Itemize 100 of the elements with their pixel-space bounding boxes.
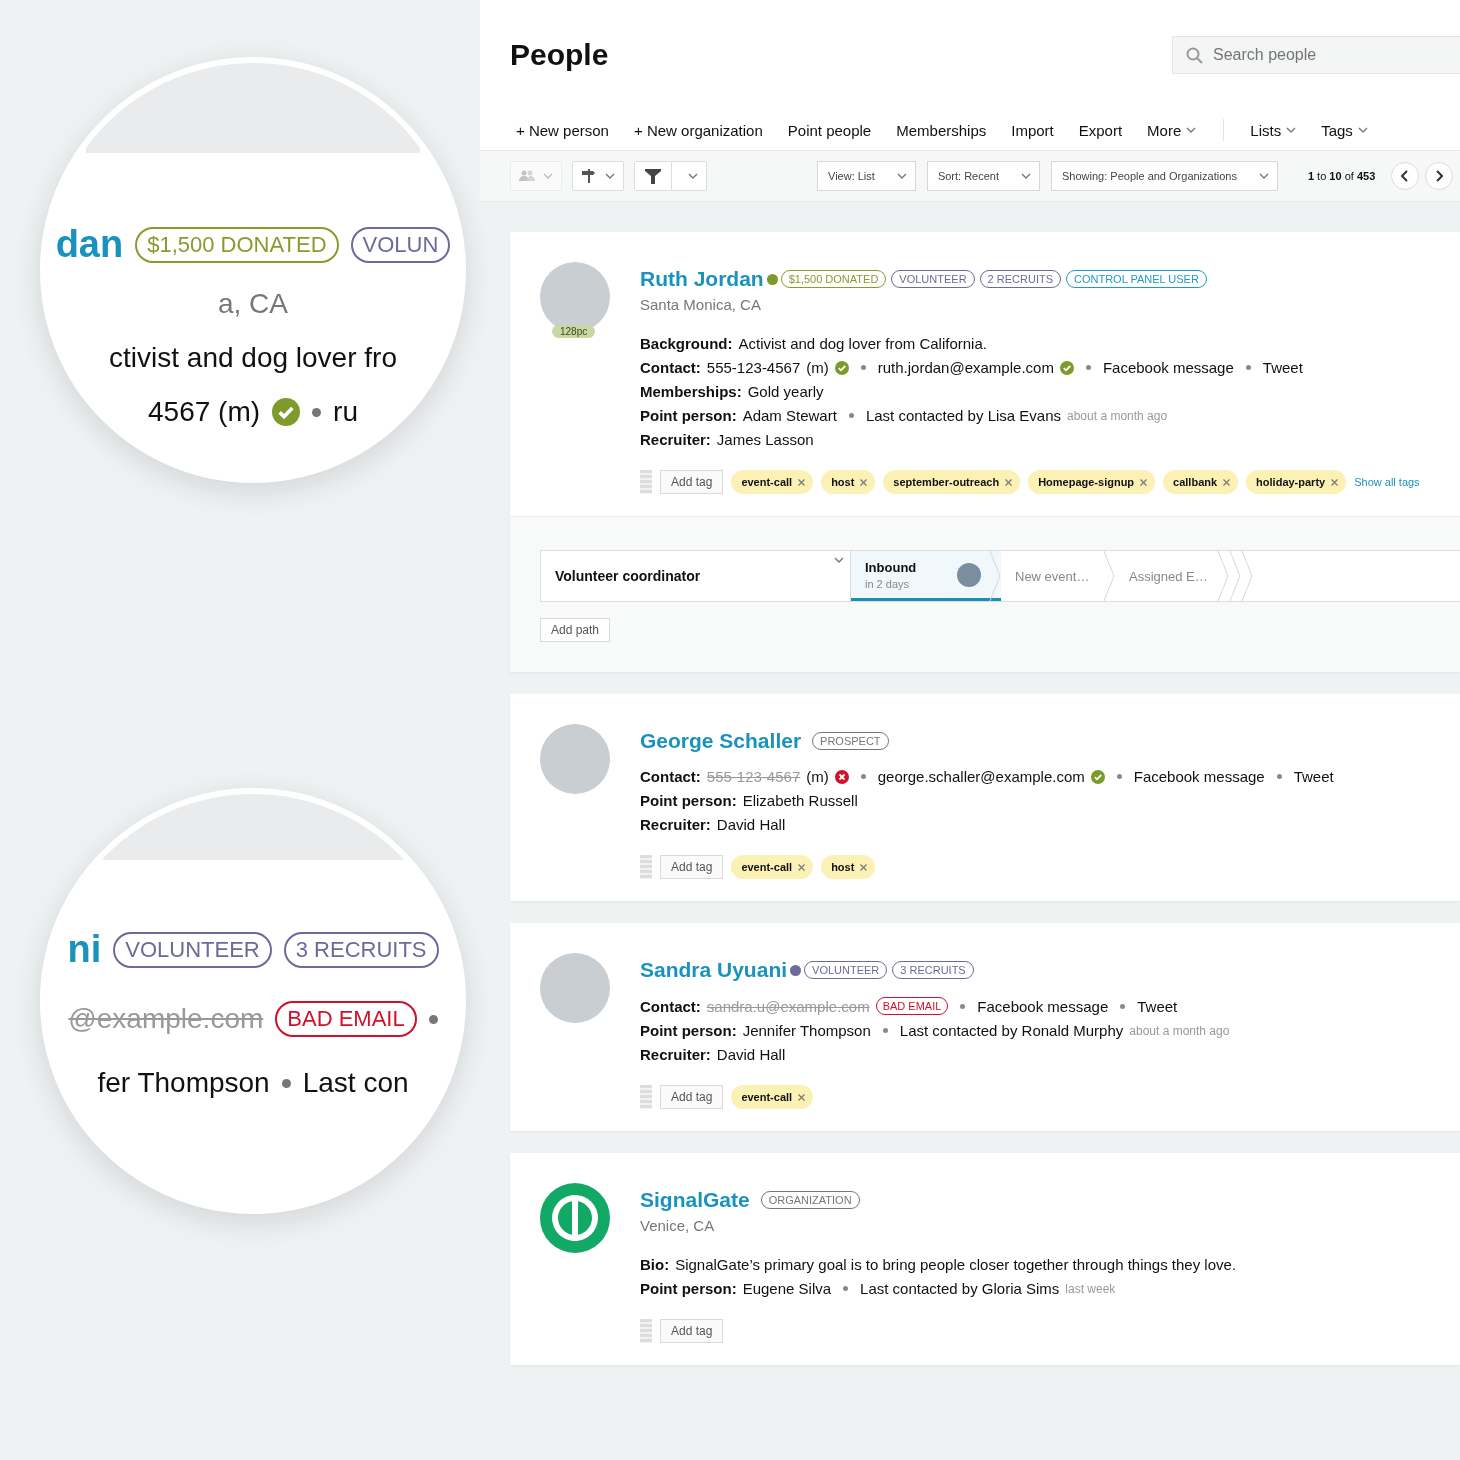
- page-title: People: [510, 38, 609, 72]
- person-name: ni: [67, 928, 102, 971]
- close-icon[interactable]: [860, 478, 868, 486]
- nav-button[interactable]: + New person: [510, 121, 621, 139]
- tag-chip[interactable]: september-outreach: [883, 470, 1021, 494]
- close-icon[interactable]: [1140, 478, 1148, 486]
- status-badge: VOLUNTEER: [113, 931, 272, 968]
- error-icon: [834, 769, 849, 784]
- close-icon[interactable]: [798, 478, 806, 486]
- tag-chip[interactable]: callbank: [1163, 470, 1239, 494]
- field-value: Tweet: [1293, 768, 1334, 785]
- field-value: David Hall: [716, 1046, 786, 1063]
- field-value: David Hall: [716, 816, 786, 833]
- tag-chip[interactable]: event-call: [731, 1085, 814, 1109]
- field-value: george.schaller@example.com: [877, 768, 1085, 785]
- menu-button[interactable]: Lists: [1250, 121, 1309, 139]
- magnified-text: ctivist and dog lover fro: [109, 342, 397, 374]
- location-text: Venice, CA: [640, 1217, 716, 1234]
- caret-icon: [1021, 173, 1031, 179]
- filter-icon: [645, 168, 661, 184]
- magnified-text: 4567 (m): [148, 396, 261, 428]
- show-all-tags-link[interactable]: Show all tags: [1354, 476, 1420, 488]
- close-icon[interactable]: [1223, 478, 1231, 486]
- nav-button[interactable]: + New organization: [633, 121, 775, 139]
- chevron-right-icon: [1435, 170, 1444, 182]
- field-value: 555-123-4567: [706, 359, 801, 376]
- caret-icon: [834, 557, 844, 563]
- nav-button[interactable]: Point people: [787, 121, 884, 139]
- path-step[interactable]: Inbound in 2 days: [851, 551, 1001, 601]
- bad-email-badge: BAD EMAIL: [275, 1001, 417, 1037]
- tag-chip[interactable]: Homepage-signup: [1028, 470, 1156, 494]
- next-page-button[interactable]: [1425, 162, 1454, 190]
- nav-button[interactable]: Export: [1078, 121, 1135, 139]
- check-icon: [834, 360, 849, 375]
- chevron-left-icon: [1401, 170, 1410, 182]
- status-badge: VOLUN: [350, 226, 451, 263]
- field-label: Recruiter:: [640, 1046, 711, 1063]
- person-name[interactable]: Ruth Jordan: [640, 267, 764, 291]
- bullet-dot: [1276, 774, 1282, 779]
- person-name[interactable]: Sandra Uyuani: [640, 958, 788, 982]
- bullet-dot: [281, 1078, 291, 1088]
- menu-button[interactable]: Tags: [1321, 121, 1380, 139]
- person-name[interactable]: George Schaller: [640, 729, 802, 753]
- tag-chip[interactable]: event-call: [731, 470, 814, 494]
- nav-button[interactable]: More: [1147, 121, 1209, 139]
- check-icon: [1059, 360, 1074, 375]
- drag-handle-icon[interactable]: [640, 1085, 652, 1109]
- bullet-dot: [960, 1003, 966, 1009]
- add-tag-button[interactable]: Add tag: [660, 470, 724, 494]
- drag-handle-icon[interactable]: [640, 470, 652, 494]
- status-badge: 3 RECRUITS: [283, 931, 439, 968]
- close-icon[interactable]: [1331, 478, 1339, 486]
- field-label: Point person:: [640, 1022, 737, 1039]
- add-tag-button[interactable]: Add tag: [660, 1085, 724, 1109]
- field-label: Contact:: [640, 997, 701, 1015]
- dropdown-select[interactable]: View: List: [817, 161, 916, 191]
- bullet-dot: [1245, 365, 1251, 370]
- close-icon[interactable]: [1005, 478, 1013, 486]
- tag-chip[interactable]: host: [821, 855, 876, 879]
- toolbar-button[interactable]: [634, 161, 707, 191]
- person-name[interactable]: SignalGate: [640, 1188, 750, 1212]
- field-label: Bio:: [640, 1256, 670, 1273]
- step-title: Inbound: [865, 559, 918, 575]
- tag-chip[interactable]: event-call: [731, 855, 814, 879]
- previous-page-button[interactable]: [1391, 162, 1420, 190]
- person-name: dan: [55, 223, 124, 266]
- add-path-button[interactable]: Add path: [540, 618, 611, 642]
- field-value: Eugene Silva: [742, 1280, 832, 1297]
- close-icon[interactable]: [860, 863, 868, 871]
- path-step[interactable]: Assigned E…: [1115, 551, 1229, 601]
- tag-chip[interactable]: host: [821, 470, 876, 494]
- search-field[interactable]: Search people: [1172, 36, 1460, 74]
- dropdown-select[interactable]: Showing: People and Organizations: [1051, 161, 1278, 191]
- toolbar-button[interactable]: [572, 161, 624, 191]
- caret-icon: [543, 173, 553, 179]
- field-label: Recruiter:: [640, 816, 711, 833]
- bullet-dot: [428, 1014, 438, 1024]
- phone-type: (m): [806, 359, 829, 376]
- bullet-dot: [882, 1028, 888, 1033]
- caret-icon: [896, 173, 907, 179]
- dropdown-select[interactable]: Sort: Recent: [926, 161, 1040, 191]
- field-value: Facebook message: [1133, 768, 1265, 785]
- status-badge: $1,500 DONATED: [135, 226, 339, 263]
- close-icon[interactable]: [798, 1093, 806, 1101]
- nav-button[interactable]: Memberships: [896, 121, 999, 139]
- tag-chip[interactable]: holiday-party: [1246, 470, 1347, 494]
- field-label: Contact:: [640, 768, 701, 785]
- drag-handle-icon[interactable]: [640, 855, 652, 879]
- field-label: Memberships:: [640, 383, 742, 400]
- nav-button[interactable]: Import: [1011, 121, 1066, 139]
- signpost-icon: [581, 169, 597, 183]
- close-icon[interactable]: [798, 863, 806, 871]
- path-step[interactable]: New event…: [1001, 551, 1115, 601]
- add-tag-button[interactable]: Add tag: [660, 1319, 724, 1343]
- logo-icon: [540, 1183, 610, 1253]
- drag-handle-icon[interactable]: [640, 1319, 652, 1343]
- check-icon: [272, 398, 301, 426]
- bullet-dot: [1085, 365, 1091, 370]
- add-tag-button[interactable]: Add tag: [660, 855, 724, 879]
- field-value: Tweet: [1262, 359, 1303, 376]
